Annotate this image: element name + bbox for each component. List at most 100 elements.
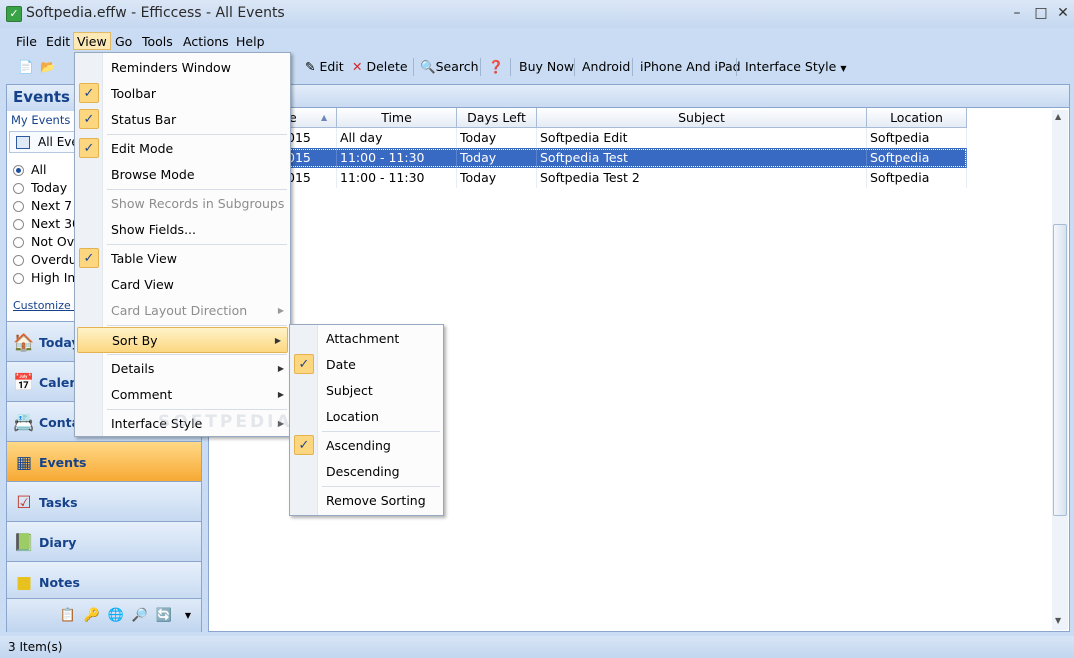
open-folder-icon[interactable]: 📂 bbox=[36, 56, 60, 78]
column-subject[interactable]: Subject bbox=[537, 108, 867, 128]
menu-label: Location bbox=[326, 409, 379, 424]
checkmark-icon: ✓ bbox=[294, 354, 314, 374]
checkmark-icon: ✓ bbox=[79, 248, 99, 268]
item-count: 3 Item(s) bbox=[8, 640, 63, 654]
nav-events[interactable]: ▦ Events bbox=[7, 441, 201, 481]
menu-show-fields[interactable]: Show Fields... bbox=[75, 217, 290, 243]
radio-icon bbox=[13, 255, 24, 266]
menu-separator bbox=[107, 244, 287, 245]
menu-help[interactable]: Help bbox=[233, 33, 268, 51]
checkmark-icon: ✓ bbox=[79, 83, 99, 103]
cell-subject: Softpedia Test 2 bbox=[537, 168, 867, 188]
buy-now-button[interactable]: Buy Now bbox=[515, 56, 578, 78]
table-row-selected[interactable]: 015 11:00 - 11:30 Today Softpedia Test S… bbox=[209, 148, 967, 168]
menu-edit[interactable]: Edit bbox=[43, 33, 73, 51]
new-icon[interactable]: 📄 bbox=[14, 56, 38, 78]
menu-label: Details bbox=[111, 361, 155, 376]
minimize-button[interactable]: – bbox=[1006, 4, 1028, 22]
nav-diary[interactable]: 📗 Diary bbox=[7, 521, 201, 561]
checkmark-icon: ✓ bbox=[79, 109, 99, 129]
menu-comment[interactable]: Comment ▶ bbox=[75, 382, 290, 408]
globe-icon[interactable]: 🌐 bbox=[107, 607, 125, 625]
filter-label: Today bbox=[31, 180, 68, 195]
menu-toolbar[interactable]: ✓ Toolbar bbox=[75, 81, 290, 107]
menu-label: Status Bar bbox=[111, 112, 177, 127]
menu-label: Descending bbox=[326, 464, 400, 479]
task-check-icon: ☑ bbox=[16, 493, 32, 513]
menu-separator bbox=[107, 354, 287, 355]
sort-ascending[interactable]: ✓ Ascending bbox=[290, 433, 443, 459]
find-icon[interactable]: 🔎 bbox=[131, 607, 149, 625]
radio-icon bbox=[13, 183, 24, 194]
maximize-button[interactable]: □ bbox=[1030, 4, 1052, 22]
nav-tasks[interactable]: ☑ Tasks bbox=[7, 481, 201, 521]
sort-remove-sorting[interactable]: Remove Sorting bbox=[290, 488, 443, 514]
scroll-up-icon[interactable]: ▲ bbox=[1055, 112, 1061, 121]
cell-time: All day bbox=[337, 128, 457, 148]
menu-view[interactable]: View bbox=[73, 32, 111, 50]
edit-label: Edit bbox=[319, 59, 344, 74]
menu-label: Show Fields... bbox=[111, 222, 196, 237]
menu-card-view[interactable]: Card View bbox=[75, 272, 290, 298]
table-row[interactable]: 015 11:00 - 11:30 Today Softpedia Test 2… bbox=[209, 168, 967, 188]
column-location[interactable]: Location bbox=[867, 108, 967, 128]
my-events-label: My Events bbox=[11, 113, 71, 127]
toolbar-search-button[interactable]: 🔍Search bbox=[416, 56, 483, 78]
menu-status-bar[interactable]: ✓ Status Bar bbox=[75, 107, 290, 133]
menu-file[interactable]: File bbox=[13, 33, 40, 51]
menu-details[interactable]: Details ▶ bbox=[75, 356, 290, 382]
menu-tools[interactable]: Tools bbox=[139, 33, 176, 51]
menu-label: Table View bbox=[111, 251, 177, 266]
sync-icon[interactable]: 🔄 bbox=[155, 607, 173, 625]
documents-icon[interactable]: 📋 bbox=[59, 607, 77, 625]
filter-label: Next 7 bbox=[31, 198, 73, 213]
scrollbar-thumb[interactable] bbox=[1053, 224, 1067, 516]
table-row[interactable]: 015 All day Today Softpedia Edit Softped… bbox=[209, 128, 967, 148]
filter-label: All bbox=[31, 162, 47, 177]
iphone-ipad-button[interactable]: iPhone And iPad bbox=[636, 56, 745, 78]
menu-label: Reminders Window bbox=[111, 60, 231, 75]
interface-style-button[interactable]: Interface Style ▼ bbox=[741, 56, 850, 78]
android-button[interactable]: Android bbox=[578, 56, 634, 78]
menu-label: Remove Sorting bbox=[326, 493, 426, 508]
nav-label: Events bbox=[39, 455, 87, 470]
sort-date[interactable]: ✓ Date bbox=[290, 352, 443, 378]
menu-actions[interactable]: Actions bbox=[180, 33, 232, 51]
menu-label: Sort By bbox=[112, 333, 158, 348]
house-icon: 🏠 bbox=[13, 333, 35, 353]
help-icon[interactable]: ❓ bbox=[484, 56, 508, 78]
magnifier-icon: 🔍 bbox=[420, 59, 436, 74]
sort-location[interactable]: Location bbox=[290, 404, 443, 430]
menu-label: Card View bbox=[111, 277, 174, 292]
delete-x-icon: ✕ bbox=[352, 59, 363, 74]
cell-days-left: Today bbox=[457, 148, 537, 168]
toolbar-delete-button[interactable]: ✕ Delete bbox=[348, 56, 412, 78]
dropdown-arrow-icon: ▼ bbox=[840, 64, 847, 73]
sort-descending[interactable]: Descending bbox=[290, 459, 443, 485]
key-icon[interactable]: 🔑 bbox=[83, 607, 101, 625]
scroll-down-icon[interactable]: ▼ bbox=[1055, 616, 1061, 625]
menu-reminders-window[interactable]: Reminders Window bbox=[75, 55, 290, 81]
menu-browse-mode[interactable]: Browse Mode bbox=[75, 162, 290, 188]
column-days-left[interactable]: Days Left bbox=[457, 108, 537, 128]
delete-label: Delete bbox=[366, 59, 408, 74]
nav-notes[interactable]: ■ Notes bbox=[7, 561, 201, 601]
menu-label: Show Records in Subgroups bbox=[111, 196, 285, 211]
menu-go[interactable]: Go bbox=[112, 33, 135, 51]
sort-subject[interactable]: Subject bbox=[290, 378, 443, 404]
menu-label: Subject bbox=[326, 383, 373, 398]
menu-label: Ascending bbox=[326, 438, 391, 453]
close-button[interactable]: ✕ bbox=[1052, 4, 1074, 22]
column-time[interactable]: Time bbox=[337, 108, 457, 128]
menu-sort-by[interactable]: Sort By ▶ bbox=[77, 327, 288, 353]
sort-attachment[interactable]: Attachment bbox=[290, 326, 443, 352]
pencil-icon: ✎ bbox=[305, 59, 316, 74]
menu-separator bbox=[107, 409, 287, 410]
toolbar-edit-button[interactable]: ✎ Edit bbox=[301, 56, 348, 78]
menu-table-view[interactable]: ✓ Table View bbox=[75, 246, 290, 272]
menu-edit-mode[interactable]: ✓ Edit Mode bbox=[75, 136, 290, 162]
nav-label: Diary bbox=[39, 535, 77, 550]
chevron-down-icon[interactable]: ▼ bbox=[179, 607, 197, 625]
search-label: Search bbox=[435, 59, 479, 74]
menu-show-records-subgroups: Show Records in Subgroups bbox=[75, 191, 290, 217]
